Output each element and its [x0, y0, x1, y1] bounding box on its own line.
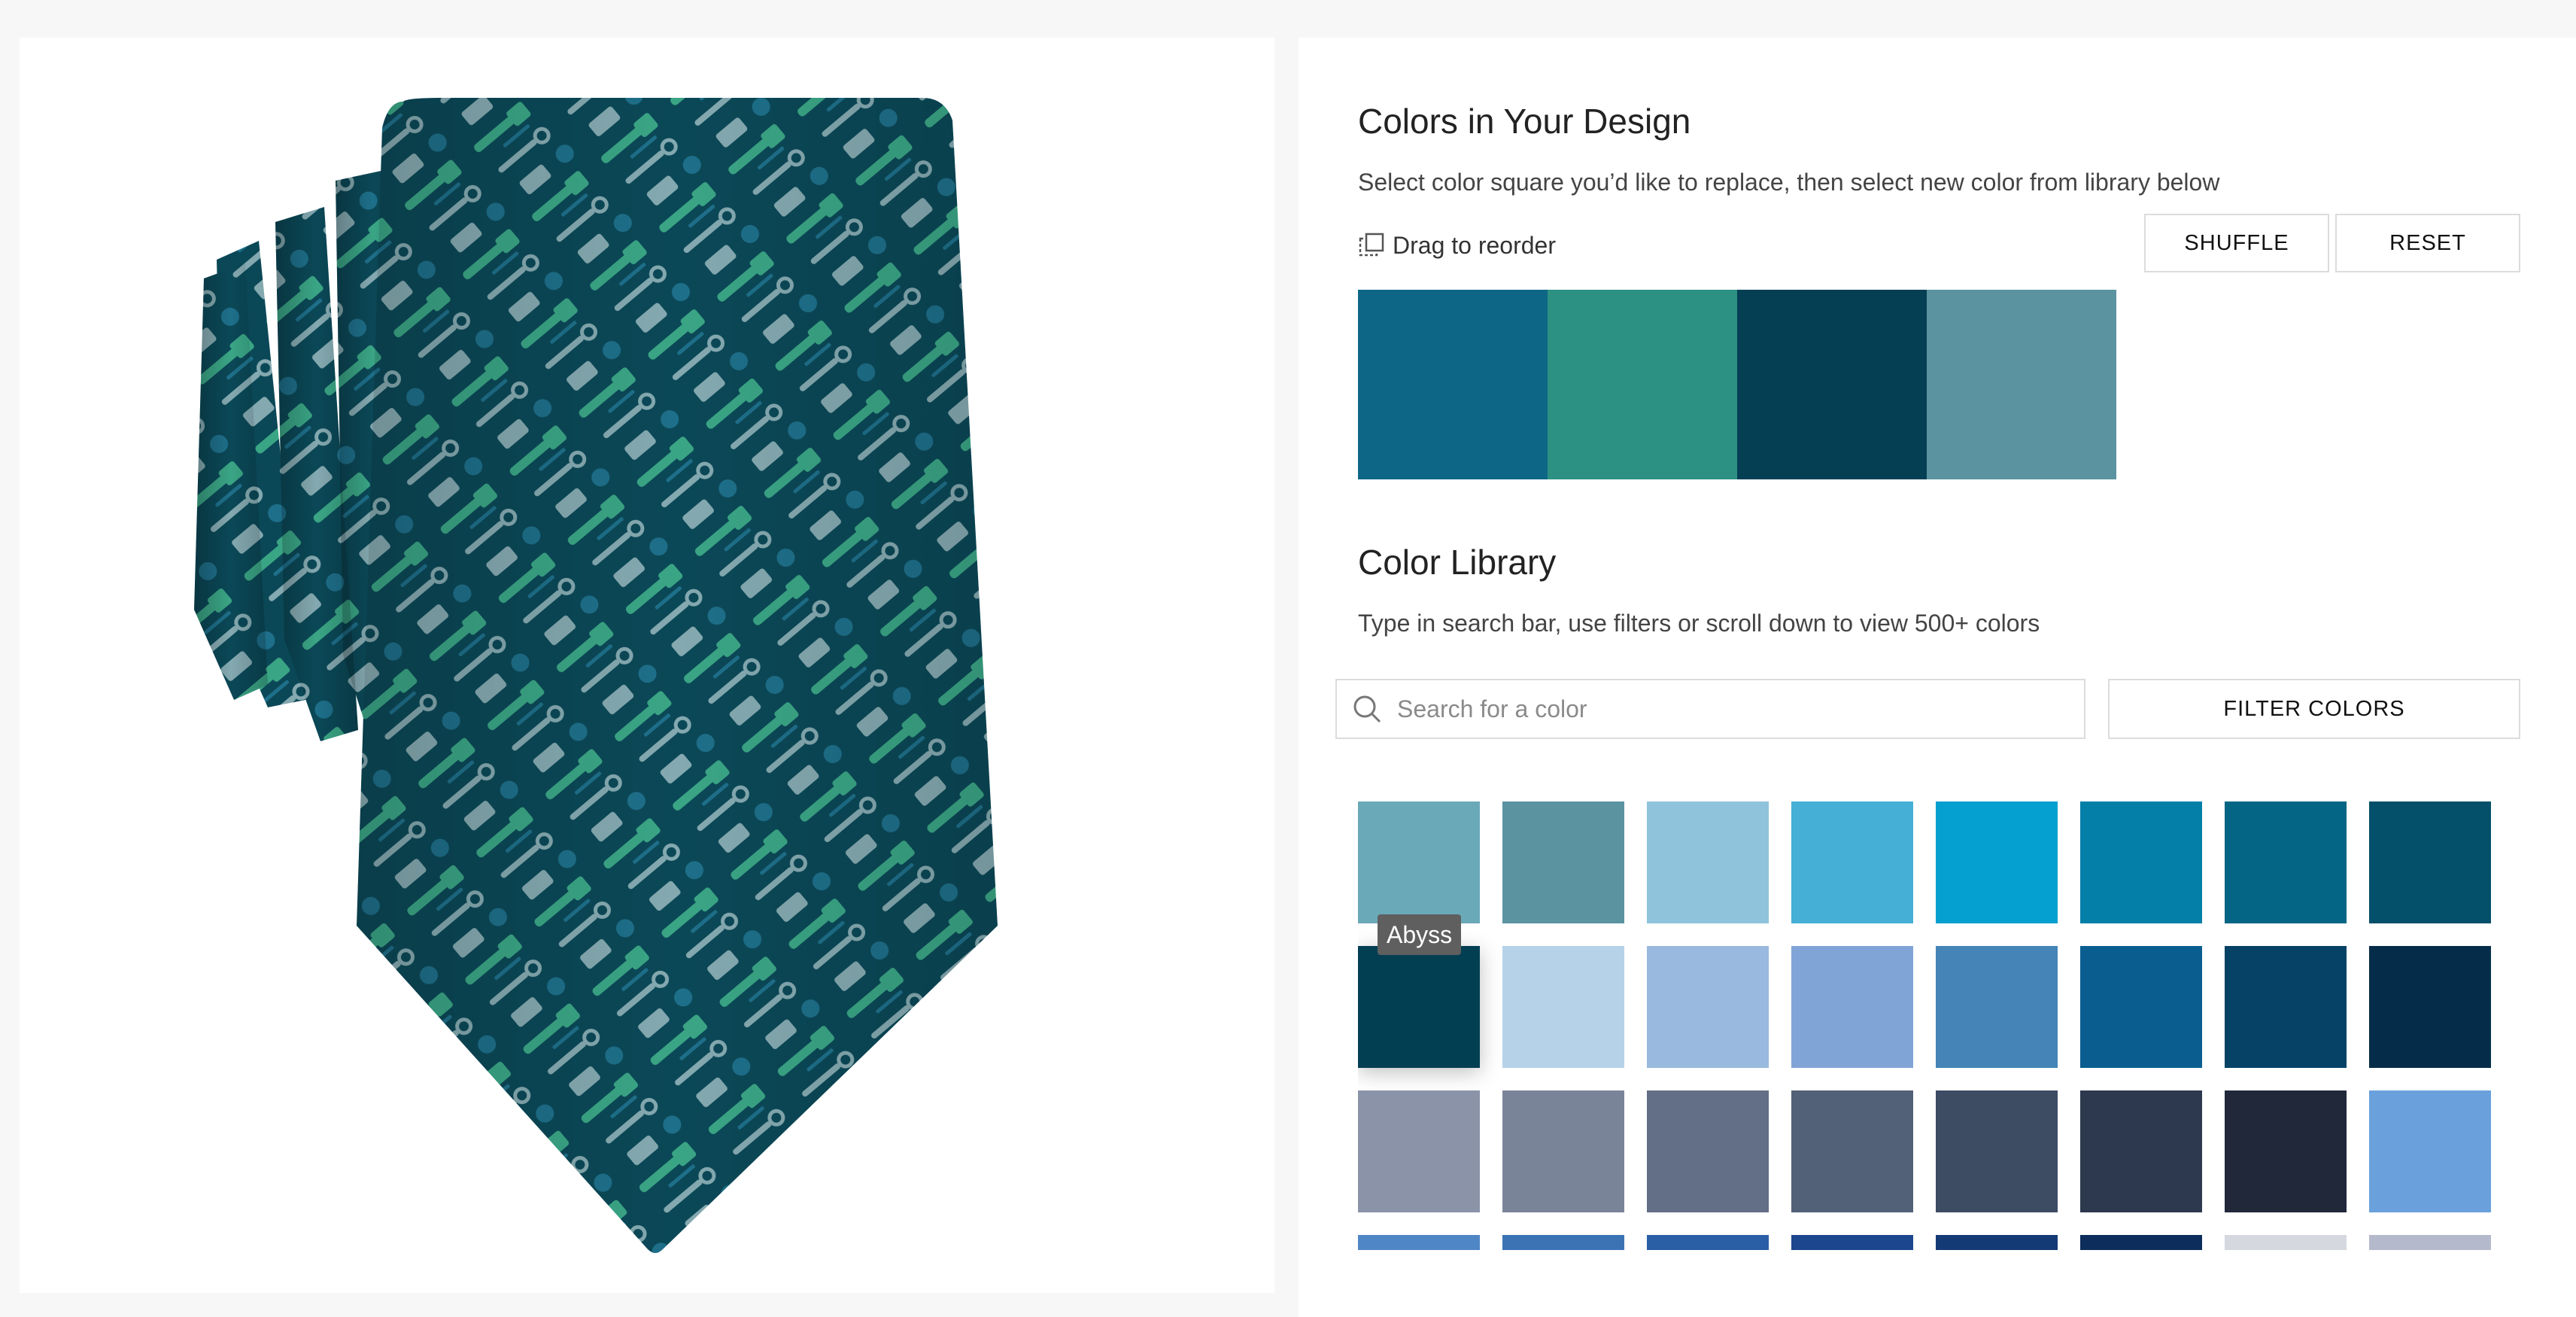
library-color-chip[interactable]	[1502, 946, 1624, 1068]
design-color-swatch[interactable]	[1737, 290, 1927, 479]
library-color-chip[interactable]	[1647, 946, 1769, 1068]
library-color-chip[interactable]	[1936, 1090, 2058, 1212]
design-colors-title: Colors in Your Design	[1358, 102, 1691, 141]
library-color-chip[interactable]	[2225, 946, 2347, 1068]
library-color-chip[interactable]	[1791, 1235, 1913, 1250]
library-color-chip[interactable]	[1358, 801, 1480, 923]
color-library-title: Color Library	[1358, 543, 1557, 582]
library-color-chip[interactable]	[1502, 801, 1624, 923]
drag-to-reorder-label: Drag to reorder	[1393, 231, 1556, 259]
library-color-chip[interactable]	[2080, 1090, 2202, 1212]
shuffle-button[interactable]: SHUFFLE	[2144, 214, 2329, 272]
design-color-swatches	[1358, 290, 2116, 479]
library-color-chip[interactable]	[2369, 946, 2491, 1068]
search-icon	[1353, 695, 1381, 723]
library-color-chip[interactable]	[2080, 946, 2202, 1068]
library-color-chip[interactable]	[1647, 1090, 1769, 1212]
color-search-box	[1335, 679, 2085, 739]
design-color-swatch[interactable]	[1548, 290, 1737, 479]
reset-button[interactable]: RESET	[2335, 214, 2520, 272]
library-color-chip[interactable]	[2225, 1090, 2347, 1212]
drag-reorder-icon	[1359, 233, 1384, 257]
library-color-chip[interactable]	[1647, 801, 1769, 923]
color-editor-panel: Colors in Your Design Select color squar…	[1299, 38, 2576, 1317]
design-colors-instruction: Select color square you’d like to replac…	[1358, 169, 2220, 196]
tie-preview-image	[194, 98, 998, 1253]
library-color-chip[interactable]	[1358, 946, 1480, 1068]
color-name-tooltip: Abyss	[1378, 914, 1462, 955]
library-color-chip[interactable]	[1502, 1090, 1624, 1212]
product-preview-panel	[20, 38, 1274, 1293]
library-color-chip[interactable]	[1358, 1090, 1480, 1212]
library-color-chip[interactable]	[1791, 801, 1913, 923]
filter-colors-button[interactable]: FILTER COLORS	[2108, 679, 2520, 739]
design-color-swatch[interactable]	[1927, 290, 2116, 479]
drag-to-reorder-hint: Drag to reorder	[1358, 230, 1556, 260]
library-color-chip[interactable]	[1358, 1235, 1480, 1250]
library-color-chip[interactable]	[2080, 1235, 2202, 1250]
library-color-chip[interactable]	[1936, 946, 2058, 1068]
library-color-chip[interactable]	[1791, 946, 1913, 1068]
grid-bottom-mask	[1299, 1250, 2576, 1317]
library-color-chip[interactable]	[2225, 801, 2347, 923]
library-color-chip[interactable]	[2369, 801, 2491, 923]
library-color-chip[interactable]	[2369, 1235, 2491, 1250]
library-color-chip[interactable]	[1936, 801, 2058, 923]
library-color-chip[interactable]	[1647, 1235, 1769, 1250]
library-color-chip[interactable]	[1791, 1090, 1913, 1212]
library-color-chip[interactable]	[2225, 1235, 2347, 1250]
color-library-instruction: Type in search bar, use filters or scrol…	[1358, 610, 2040, 637]
library-color-chip[interactable]	[2080, 801, 2202, 923]
color-search-input[interactable]	[1396, 694, 2084, 724]
color-library-grid	[1358, 801, 2558, 1250]
library-color-chip[interactable]	[1936, 1235, 2058, 1250]
design-color-swatch[interactable]	[1358, 290, 1548, 479]
library-color-chip[interactable]	[1502, 1235, 1624, 1250]
library-color-chip[interactable]	[2369, 1090, 2491, 1212]
